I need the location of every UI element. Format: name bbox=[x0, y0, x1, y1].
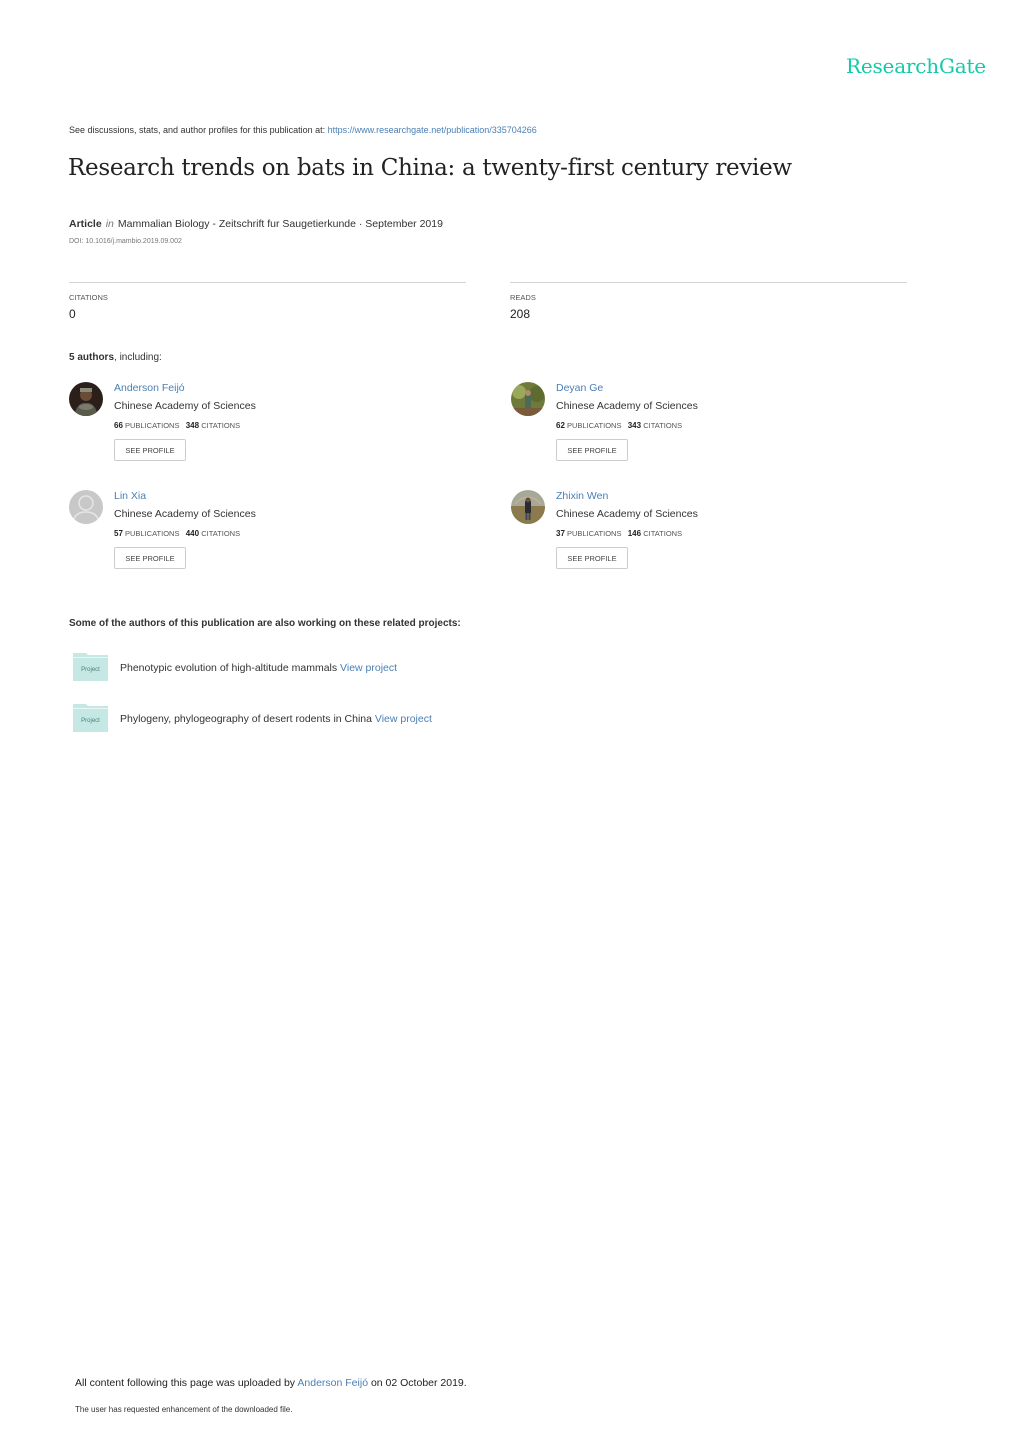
project-title: Phenotypic evolution of high-altitude ma… bbox=[120, 662, 398, 674]
publication-url-line: See discussions, stats, and author profi… bbox=[69, 125, 537, 135]
see-text: See discussions, stats, and author profi… bbox=[69, 125, 328, 135]
reads-value: 208 bbox=[510, 307, 531, 321]
author-name-link[interactable]: Anderson Feijó bbox=[114, 382, 185, 394]
see-profile-button[interactable]: SEE PROFILE bbox=[556, 547, 628, 569]
avatar[interactable] bbox=[69, 382, 103, 416]
doi: DOI: 10.1016/j.mambio.2019.09.002 bbox=[69, 238, 182, 245]
divider bbox=[69, 282, 466, 283]
page-title: Research trends on bats in China: a twen… bbox=[68, 155, 792, 181]
project-folder-icon: Project bbox=[72, 652, 109, 682]
view-project-link[interactable]: View project bbox=[375, 713, 432, 725]
author-card: Anderson Feijó Chinese Academy of Scienc… bbox=[69, 382, 469, 477]
svg-text:Project: Project bbox=[81, 718, 100, 724]
author-stats: 37 PUBLICATIONS 146 CITATIONS bbox=[556, 529, 683, 538]
enhancement-note: The user has requested enhancement of th… bbox=[75, 1405, 293, 1414]
project-title: Phylogeny, phylogeography of desert rode… bbox=[120, 713, 432, 725]
avatar[interactable] bbox=[511, 490, 545, 524]
author-card: Zhixin Wen Chinese Academy of Sciences 3… bbox=[511, 490, 911, 585]
view-project-link[interactable]: View project bbox=[340, 662, 397, 674]
author-institution: Chinese Academy of Sciences bbox=[114, 508, 256, 520]
see-profile-button[interactable]: SEE PROFILE bbox=[114, 547, 186, 569]
project-item: Project Phenotypic evolution of high-alt… bbox=[72, 652, 572, 686]
divider bbox=[510, 282, 907, 283]
author-name-link[interactable]: Lin Xia bbox=[114, 490, 146, 502]
default-avatar-icon[interactable] bbox=[69, 490, 103, 524]
author-card: Lin Xia Chinese Academy of Sciences 57 P… bbox=[69, 490, 469, 585]
uploader-link[interactable]: Anderson Feijó bbox=[297, 1377, 368, 1389]
author-card: Deyan Ge Chinese Academy of Sciences 62 … bbox=[511, 382, 911, 477]
article-type: Article bbox=[69, 218, 102, 230]
author-institution: Chinese Academy of Sciences bbox=[114, 400, 256, 412]
authors-heading: 5 authors, including: bbox=[69, 352, 162, 363]
author-name-link[interactable]: Deyan Ge bbox=[556, 382, 603, 394]
citations-value: 0 bbox=[69, 307, 76, 321]
journal-date: Mammalian Biology - Zeitschrift fur Saug… bbox=[117, 218, 443, 230]
see-profile-button[interactable]: SEE PROFILE bbox=[114, 439, 186, 461]
see-profile-button[interactable]: SEE PROFILE bbox=[556, 439, 628, 461]
author-stats: 57 PUBLICATIONS 440 CITATIONS bbox=[114, 529, 241, 538]
avatar[interactable] bbox=[511, 382, 545, 416]
in-word: in bbox=[105, 218, 114, 230]
author-name-link[interactable]: Zhixin Wen bbox=[556, 490, 608, 502]
author-stats: 66 PUBLICATIONS 348 CITATIONS bbox=[114, 421, 241, 430]
author-stats: 62 PUBLICATIONS 343 CITATIONS bbox=[556, 421, 683, 430]
publication-url-link[interactable]: https://www.researchgate.net/publication… bbox=[328, 125, 537, 135]
author-institution: Chinese Academy of Sciences bbox=[556, 400, 698, 412]
researchgate-logo[interactable]: ResearchGate bbox=[846, 54, 986, 78]
citations-label: CITATIONS bbox=[69, 293, 108, 302]
author-institution: Chinese Academy of Sciences bbox=[556, 508, 698, 520]
publication-meta: Article in Mammalian Biology - Zeitschrift… bbox=[69, 218, 443, 230]
related-projects-heading: Some of the authors of this publication … bbox=[69, 618, 461, 629]
reads-label: READS bbox=[510, 293, 536, 302]
project-item: Project Phylogeny, phylogeography of des… bbox=[72, 703, 572, 737]
svg-text:Project: Project bbox=[81, 667, 100, 673]
project-folder-icon: Project bbox=[72, 703, 109, 733]
upload-note: All content following this page was uplo… bbox=[75, 1377, 467, 1389]
